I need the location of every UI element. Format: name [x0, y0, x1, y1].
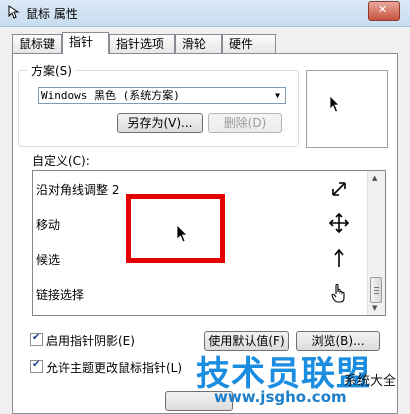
scheme-selected-value: Windows 黑色 (系统方案): [41, 89, 180, 102]
list-item-label: 沿对角线调整 2: [36, 183, 120, 197]
tab-hardware[interactable]: 硬件: [222, 34, 276, 53]
shadow-checkbox[interactable]: [30, 332, 43, 346]
window-title: 鼠标 属性: [26, 7, 78, 21]
title-bar: 鼠标 属性: [0, 0, 410, 27]
scroll-thumb[interactable]: [370, 277, 382, 303]
tab-pointers[interactable]: 指针: [62, 32, 109, 54]
close-button[interactable]: [368, 1, 400, 21]
tab-buttons[interactable]: 鼠标键: [12, 34, 62, 53]
watermark: 技术员联盟 系统大全 www.jsgho.com: [196, 346, 410, 414]
list-item-label: 候选: [36, 253, 61, 267]
tab-wheel[interactable]: 滑轮: [175, 34, 222, 53]
hand-icon: [331, 283, 345, 303]
grip-line: [374, 290, 379, 291]
diagonal-resize-icon: [332, 182, 346, 196]
alternate-select-icon: [334, 248, 344, 267]
scroll-down-icon[interactable]: ▼: [372, 304, 377, 312]
scheme-select[interactable]: Windows 黑色 (系统方案) ▼: [38, 87, 286, 104]
mouse-icon: [8, 5, 20, 19]
save-as-button[interactable]: 另存为(V)...: [117, 113, 203, 133]
customize-label: 自定义(C):: [32, 154, 90, 168]
watermark-url: www.jsgho.com: [214, 388, 347, 406]
list-item-label: 移动: [36, 218, 61, 232]
chevron-down-icon[interactable]: ▼: [271, 89, 284, 102]
tab-pointer-options[interactable]: 指针选项: [109, 34, 175, 53]
delete-button[interactable]: 删除(D): [208, 113, 282, 133]
list-scrollbar[interactable]: ▲ ▼: [367, 171, 385, 315]
scroll-up-icon[interactable]: ▲: [372, 174, 377, 182]
watermark-suffix: 系统大全: [344, 374, 397, 389]
grip-line: [374, 293, 379, 294]
scheme-group: [18, 70, 299, 147]
pointer-preview: [306, 70, 388, 148]
shadow-label: 启用指针阴影(E): [46, 334, 135, 348]
list-item-label: 链接选择: [36, 288, 85, 302]
grip-line: [374, 287, 379, 288]
move-icon: [329, 212, 349, 234]
scheme-label: 方案(S): [28, 62, 75, 79]
list-item[interactable]: 链接选择: [33, 278, 368, 308]
theme-label: 允许主题更改鼠标指针(L): [46, 361, 183, 375]
mouse-cursor-icon: [176, 224, 188, 243]
arrow-pointer-icon: [329, 95, 340, 113]
theme-checkbox[interactable]: [30, 359, 43, 373]
